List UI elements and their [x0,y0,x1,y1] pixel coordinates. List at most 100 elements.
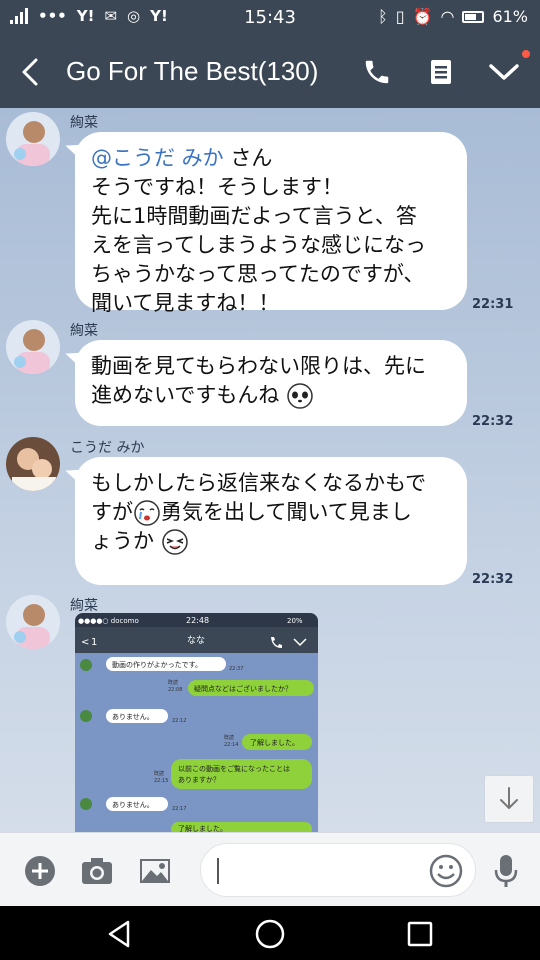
sender-name: 絢菜 [70,115,98,131]
svg-text:既読: 既読 [168,679,178,686]
message-bubble[interactable]: @こうだ みか さん そうですね！そうします！ 先に1時間動画だよって言うと、答… [75,132,467,315]
camera-icon [82,858,112,884]
svg-text:22:15: 22:15 [154,778,168,784]
message-time: 22:32 [472,414,514,429]
back-button[interactable] [16,54,46,90]
chat-title[interactable]: Go For The Best(130) [66,56,318,87]
message-bubble[interactable]: もしかしたら返信来なくなるかもで すが 勇気を出して聞いて見まし ょうか [75,457,467,585]
laughing-face-icon [161,529,188,555]
avatar[interactable] [6,595,60,649]
mention-link[interactable]: @こうだ みか [91,146,224,170]
message-line: ちゃうかなって思ってたのですが、 [91,262,425,286]
img-time: 22:48 [186,616,209,625]
avatar-image-icon [6,595,60,649]
img-carrier: ●●●●○ docomo [78,617,139,625]
menu-button[interactable] [484,54,524,90]
svg-text:以前この動画をご覧になったことは: 以前この動画をご覧になったことは [178,764,290,773]
message-line: 勇気を出して聞いて見まし [161,500,412,524]
avatar[interactable] [6,320,60,374]
chevron-down-icon [489,64,519,80]
message-time: 22:31 [472,297,514,312]
sender-name: 絢菜 [70,598,98,614]
message-line: すが [91,500,133,524]
mention-suffix: さん [223,146,273,170]
battery-icon [462,10,485,23]
avatar[interactable] [6,112,60,166]
recents-square-icon [407,921,433,947]
svg-text:了解しました。: 了解しました。 [250,738,299,747]
crying-face-icon [134,500,160,526]
nav-recents-button[interactable] [400,916,440,952]
message-line: ょうか [91,529,154,553]
message-line: 先に1時間動画だよって言うと、答 [91,204,417,228]
emoji-button[interactable] [426,851,466,891]
message-line: 進めないですもんね [91,383,280,407]
img-bubble-right [171,759,312,789]
svg-text:既読: 既読 [224,734,234,741]
img-battery: 20% [287,617,303,625]
avatar-image-icon [6,112,60,166]
svg-text:22:14: 22:14 [224,742,238,748]
svg-text:22:08: 22:08 [168,687,182,693]
system-nav-bar [0,906,540,960]
message-input[interactable] [223,854,423,888]
svg-text:ありません。: ありません。 [112,801,154,809]
screenshot-image: ●●●●○ docomo 22:48 20% < 1 なな 動画の作りがよかった… [75,613,318,832]
add-button[interactable] [20,851,60,891]
svg-text:既読: 既読 [154,770,164,777]
voice-button[interactable] [486,851,526,891]
back-icon [22,58,38,86]
panda-face-icon [287,383,313,409]
microphone-icon [494,855,518,887]
chat-area[interactable]: 絢菜 @こうだ みか さん そうですね！そうします！ 先に1時間動画だよって言う… [0,108,540,832]
svg-text:22:17: 22:17 [172,806,186,812]
arrow-down-icon [500,787,518,809]
message-input-bar [0,832,540,906]
nav-back-button[interactable] [100,916,140,952]
alarm-icon: ⏰ [412,7,433,26]
img-title: なな [187,635,205,646]
svg-text:疑問点などはございましたか？: 疑問点などはございましたか？ [194,684,292,693]
message-line: 聞いて見ますね！！ [91,291,280,315]
message-bubble[interactable]: 動画を見てもらわない限りは、先に 進めないですもんね [75,340,467,426]
sender-name: 絢菜 [70,323,98,339]
message-time: 22:32 [472,572,514,587]
battery-percent: 61% [492,7,528,26]
call-button[interactable] [357,54,397,90]
message-line: もしかしたら返信来なくなるかもで [91,471,427,495]
notes-button[interactable] [421,54,461,90]
sender-name: こうだ みか [70,440,145,456]
smiley-icon [429,854,463,888]
avatar-image-icon [6,437,60,491]
status-bar: ••• Y! ✉ ◎ Y! 15:43 ᛒ ▯ ⏰ ◠ 61% [0,0,540,36]
nav-home-button[interactable] [250,916,290,952]
scroll-to-bottom-button[interactable] [484,775,534,823]
chat-header: Go For The Best(130) [0,36,540,108]
image-message[interactable]: ●●●●○ docomo 22:48 20% < 1 なな 動画の作りがよかった… [75,613,318,832]
bluetooth-icon: ᛒ [378,7,388,26]
wifi-icon: ◠ [440,7,455,26]
svg-text:ありますか？: ありますか？ [178,776,220,784]
message-line: そうですね！そうします！ [91,175,343,199]
svg-text:了解しました。: 了解しました。 [178,824,227,832]
svg-text:22:12: 22:12 [172,718,186,724]
svg-text:ありません。: ありません。 [112,713,154,721]
svg-text:動画の作りがよかったです。: 動画の作りがよかったです。 [112,660,202,669]
message-line: えを言ってしまうような感じになっ [91,233,426,257]
img-back-count: 1 [91,637,97,648]
notification-dot [522,50,530,58]
phone-icon [365,60,389,84]
vibrate-icon: ▯ [395,7,405,26]
img-back: < [81,637,89,648]
avatar[interactable] [6,437,60,491]
back-triangle-icon [108,920,130,948]
plus-icon [25,856,55,886]
camera-button[interactable] [77,851,117,891]
image-icon [140,859,170,883]
avatar-image-icon [6,320,60,374]
text-caret [217,858,219,884]
home-circle-icon [255,919,285,949]
image-button[interactable] [135,851,175,891]
message-line: 動画を見てもらわない限りは、先に [91,354,426,378]
svg-text:22:37: 22:37 [229,666,243,672]
